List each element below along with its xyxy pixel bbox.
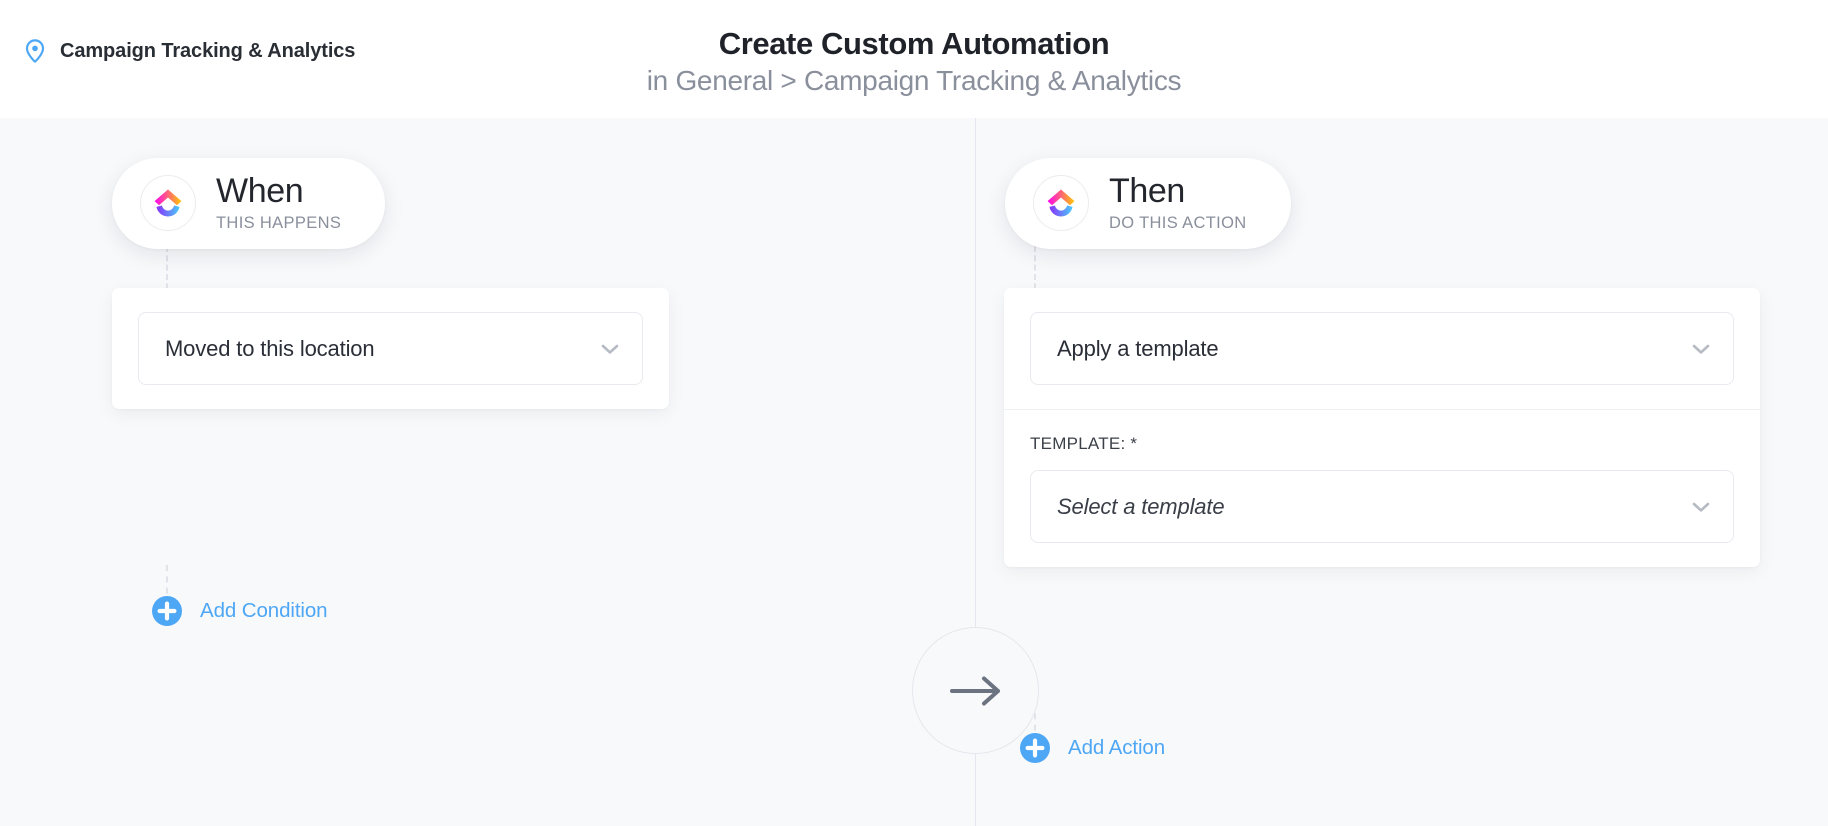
automation-builder-screen: Campaign Tracking & Analytics Create Cus… bbox=[0, 0, 1828, 826]
when-title: When bbox=[216, 174, 341, 209]
page-header: Campaign Tracking & Analytics Create Cus… bbox=[0, 0, 1828, 118]
template-section: TEMPLATE: * Select a template bbox=[1004, 409, 1760, 567]
chevron-down-icon bbox=[600, 343, 620, 355]
add-condition-label: Add Condition bbox=[200, 599, 328, 623]
location-pin-icon bbox=[22, 38, 48, 64]
then-subtitle: DO THIS ACTION bbox=[1109, 214, 1247, 233]
when-column: When THIS HAPPENS Moved to this location bbox=[0, 118, 975, 826]
then-card: Apply a template TEMPLATE: * Select a te… bbox=[1004, 288, 1760, 567]
then-logo-badge bbox=[1033, 175, 1089, 231]
trigger-select-value: Moved to this location bbox=[165, 338, 374, 360]
arrow-right-icon bbox=[948, 674, 1004, 708]
trigger-select[interactable]: Moved to this location bbox=[138, 312, 643, 385]
page-subtitle: in General > Campaign Tracking & Analyti… bbox=[0, 64, 1828, 98]
template-select-placeholder: Select a template bbox=[1057, 496, 1224, 518]
template-select[interactable]: Select a template bbox=[1030, 470, 1734, 543]
add-condition-button[interactable]: Add Condition bbox=[152, 596, 328, 626]
when-subtitle: THIS HAPPENS bbox=[216, 214, 341, 233]
add-action-button[interactable]: Add Action bbox=[1020, 733, 1165, 763]
template-field-label: TEMPLATE: * bbox=[1030, 434, 1734, 454]
chevron-down-icon bbox=[1691, 343, 1711, 355]
when-step-header: When THIS HAPPENS bbox=[112, 158, 385, 249]
clickup-logo-icon bbox=[152, 187, 184, 219]
action-select[interactable]: Apply a template bbox=[1030, 312, 1734, 385]
then-step-header: Then DO THIS ACTION bbox=[1005, 158, 1291, 249]
breadcrumb-label: Campaign Tracking & Analytics bbox=[60, 40, 355, 63]
add-action-label: Add Action bbox=[1068, 736, 1165, 760]
plus-circle-icon bbox=[152, 596, 182, 626]
when-logo-badge bbox=[140, 175, 196, 231]
chevron-down-icon bbox=[1691, 501, 1711, 513]
breadcrumb[interactable]: Campaign Tracking & Analytics bbox=[22, 38, 355, 64]
then-title: Then bbox=[1109, 174, 1247, 209]
when-step-text: When THIS HAPPENS bbox=[216, 174, 341, 233]
action-select-value: Apply a template bbox=[1057, 338, 1218, 360]
then-step-text: Then DO THIS ACTION bbox=[1109, 174, 1247, 233]
action-section: Apply a template bbox=[1004, 288, 1760, 409]
automation-canvas: When THIS HAPPENS Moved to this location bbox=[0, 118, 1828, 826]
when-card: Moved to this location bbox=[112, 288, 669, 409]
plus-circle-icon bbox=[1020, 733, 1050, 763]
clickup-logo-icon bbox=[1045, 187, 1077, 219]
